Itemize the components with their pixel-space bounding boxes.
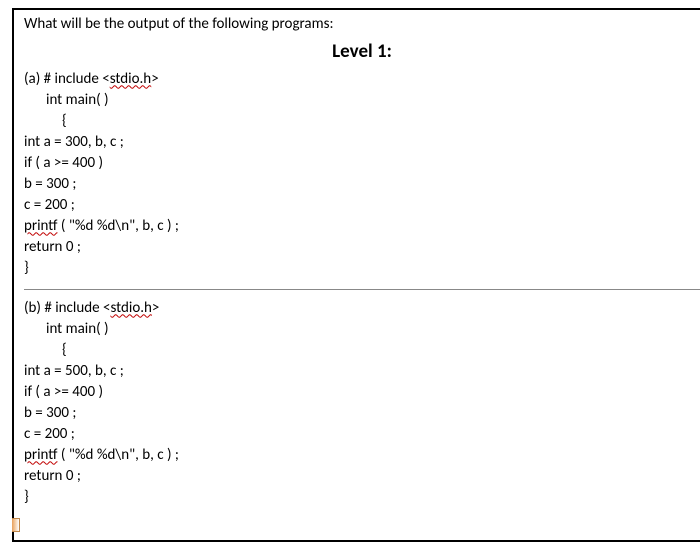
- program-b: (b) # include <stdio.h> int main( ) { in…: [24, 298, 700, 508]
- label-a: (a) # include <: [24, 70, 110, 88]
- margin-tab-icon: [12, 518, 20, 532]
- code-line: {: [24, 111, 700, 132]
- code-line: }: [24, 258, 700, 279]
- document-frame: What will be the output of the following…: [12, 8, 700, 542]
- page-wrapper: What will be the output of the following…: [12, 8, 700, 542]
- wavy-text: stdio.h: [110, 70, 151, 88]
- code-text: >: [152, 299, 159, 317]
- code-line: printf ( "%d %d\n", b, c ) ;: [24, 445, 700, 466]
- code-line: (b) # include <stdio.h>: [24, 298, 700, 319]
- code-line: int a = 300, b, c ;: [24, 132, 700, 153]
- code-line: if ( a >= 400 ): [24, 153, 700, 174]
- wavy-text: printf: [24, 446, 57, 464]
- code-line: c = 200 ;: [24, 424, 700, 445]
- code-line: int main( ): [24, 319, 700, 340]
- section-divider: [24, 289, 700, 290]
- code-line: }: [24, 487, 700, 508]
- program-a: (a) # include <stdio.h> int main( ) { in…: [24, 69, 700, 279]
- code-line: return 0 ;: [24, 237, 700, 258]
- code-text: ( "%d %d\n", b, c ) ;: [57, 446, 178, 464]
- code-line: (a) # include <stdio.h>: [24, 69, 700, 90]
- code-line: b = 300 ;: [24, 403, 700, 424]
- code-line: int main( ): [24, 90, 700, 111]
- code-text: ( "%d %d\n", b, c ) ;: [57, 217, 178, 235]
- question-text: What will be the output of the following…: [24, 14, 700, 36]
- level-heading: Level 1:: [24, 38, 700, 66]
- code-line: b = 300 ;: [24, 174, 700, 195]
- wavy-text: printf: [24, 217, 57, 235]
- code-line: {: [24, 340, 700, 361]
- code-text: >: [151, 70, 158, 88]
- code-line: return 0 ;: [24, 466, 700, 487]
- label-b: (b) # include <: [24, 299, 110, 317]
- code-line: printf ( "%d %d\n", b, c ) ;: [24, 216, 700, 237]
- code-line: c = 200 ;: [24, 195, 700, 216]
- wavy-text: stdio.h: [110, 299, 151, 317]
- code-line: int a = 500, b, c ;: [24, 361, 700, 382]
- code-line: if ( a >= 400 ): [24, 382, 700, 403]
